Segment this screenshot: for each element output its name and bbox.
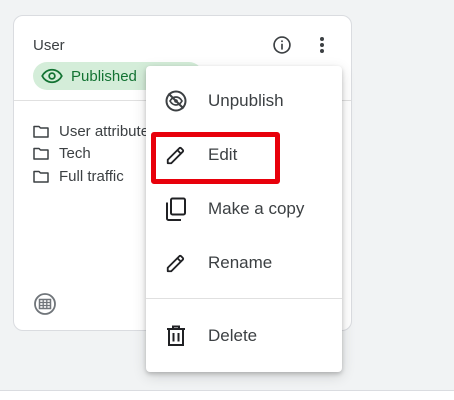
copy-icon — [164, 197, 188, 221]
folder-item[interactable]: Tech — [33, 143, 157, 166]
menu-item-label: Unpublish — [208, 91, 284, 110]
context-menu: Unpublish Edit Make a copy Rename Delete — [146, 66, 342, 372]
folder-icon — [33, 170, 49, 183]
folder-label: User attributes — [59, 122, 157, 140]
menu-item-delete[interactable]: Delete — [146, 311, 342, 361]
folder-icon — [33, 148, 49, 160]
folder-label: Tech — [59, 145, 91, 163]
page: User Published User attributes Tech Full… — [0, 0, 454, 400]
folder-item[interactable]: User attributes — [33, 120, 157, 143]
info-icon — [273, 36, 291, 54]
unpublish-icon — [164, 89, 188, 113]
menu-divider — [146, 298, 342, 299]
table-globe-icon — [33, 292, 57, 316]
menu-item-label: Make a copy — [208, 199, 305, 218]
pencil-icon — [164, 143, 188, 167]
card-title: User — [33, 37, 65, 54]
menu-item-unpublish[interactable]: Unpublish — [146, 76, 342, 126]
menu-item-edit[interactable]: Edit — [146, 130, 342, 180]
more-vert-icon — [320, 37, 324, 53]
folder-list: User attributes Tech Full traffic — [33, 120, 157, 188]
menu-item-label: Rename — [208, 253, 273, 272]
folder-item[interactable]: Full traffic — [33, 165, 157, 188]
eye-icon — [41, 68, 63, 84]
menu-item-rename[interactable]: Rename — [146, 238, 342, 288]
info-button[interactable] — [271, 34, 293, 56]
menu-item-label: Edit — [208, 145, 238, 164]
next-card-edge — [0, 390, 454, 400]
pencil-icon — [164, 251, 188, 275]
more-options-button[interactable] — [312, 34, 332, 56]
menu-item-label: Delete — [208, 326, 258, 345]
folder-label: Full traffic — [59, 167, 124, 185]
trash-icon — [164, 324, 188, 348]
menu-item-make-a-copy[interactable]: Make a copy — [146, 184, 342, 234]
status-badge-label: Published — [71, 67, 137, 85]
folder-icon — [33, 125, 49, 138]
